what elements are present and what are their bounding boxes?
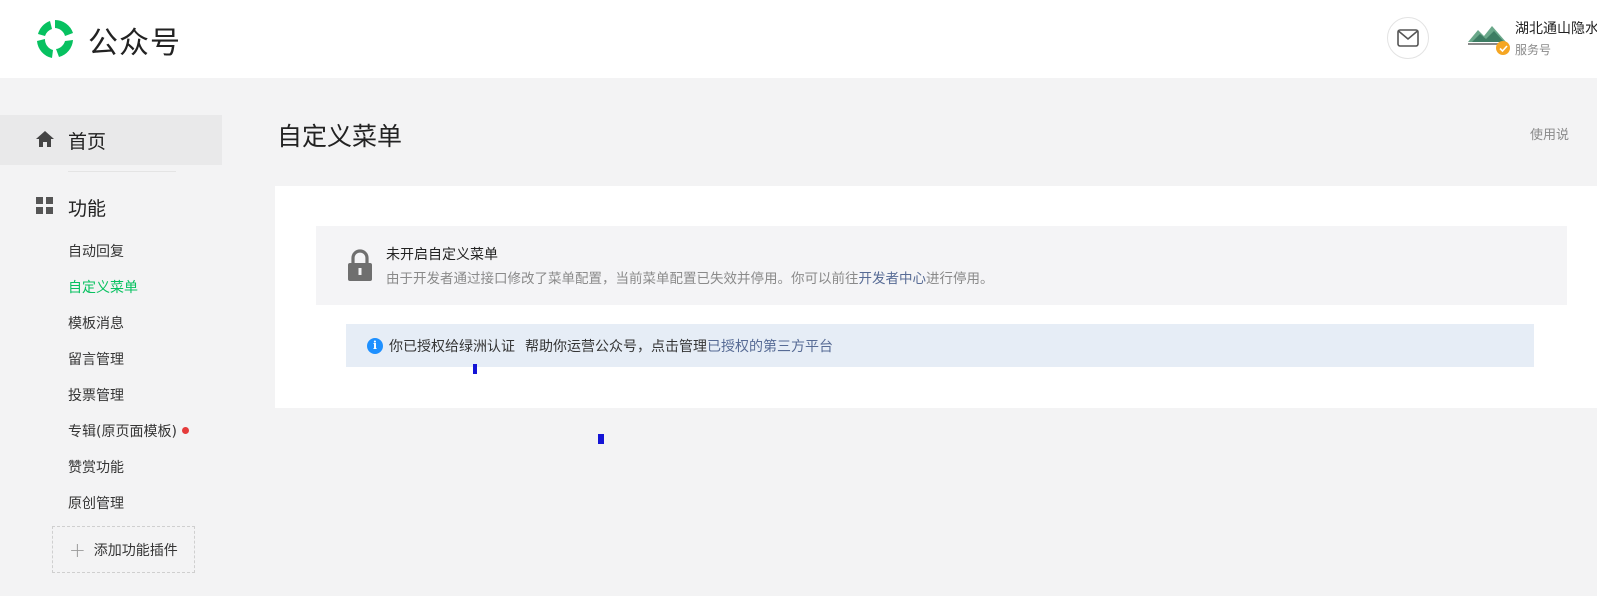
divider	[68, 171, 176, 172]
sidebar: 首页 功能 自动回复 自定义菜单 模板消息 留言管理 投票管理 专辑(原页面模板…	[0, 78, 255, 596]
auth-text-a: 你已授权给绿洲认证	[389, 338, 515, 355]
add-plugin-button[interactable]: + 添加功能插件	[52, 526, 195, 573]
notice-description: 由于开发者通过接口修改了菜单配置，当前菜单配置已失效并停用。你可以前往开发者中心…	[386, 267, 994, 287]
nav-function-label: 功能	[68, 198, 107, 220]
verified-badge-icon	[1496, 41, 1510, 55]
help-link[interactable]: 使用说	[1530, 124, 1569, 143]
cursor-marker	[473, 364, 477, 374]
brand-title[interactable]: 公众号	[88, 18, 181, 62]
add-plugin-label: 添加功能插件	[93, 542, 178, 559]
mail-icon	[1397, 29, 1419, 47]
third-party-platform-link[interactable]: 已授权的第三方平台	[707, 336, 833, 356]
nav-home-label: 首页	[68, 130, 107, 153]
top-header: 公众号 湖北通山隐水 服务号	[0, 0, 1597, 78]
sidebar-item-original-manage[interactable]: 原创管理	[68, 493, 124, 513]
sidebar-item-album-label: 专辑(原页面模板)	[68, 424, 177, 440]
auth-text-b: 帮助你运营公众号，点击管理	[525, 338, 707, 355]
sidebar-item-vote-manage[interactable]: 投票管理	[68, 385, 124, 405]
notice-desc-suffix: 进行停用。	[926, 271, 994, 287]
message-button[interactable]	[1387, 17, 1429, 59]
grid-icon	[36, 197, 53, 214]
notice-title: 未开启自定义菜单	[386, 247, 498, 263]
sidebar-item-template-message[interactable]: 模板消息	[68, 313, 124, 333]
cursor-marker	[598, 434, 604, 444]
nav-function-header: 功能	[0, 186, 222, 226]
page-title: 自定义菜单	[277, 122, 403, 151]
sidebar-item-auto-reply[interactable]: 自动回复	[68, 241, 124, 261]
plus-icon: +	[69, 537, 86, 562]
sidebar-item-custom-menu[interactable]: 自定义菜单	[68, 277, 138, 297]
sidebar-item-album[interactable]: 专辑(原页面模板)	[68, 421, 189, 441]
home-icon	[36, 131, 54, 147]
notice-desc-text: 由于开发者通过接口修改了菜单配置，当前菜单配置已失效并停用。你可以前往	[386, 271, 859, 287]
wechat-logo-icon[interactable]	[32, 16, 78, 62]
nav-home[interactable]: 首页	[0, 115, 222, 165]
info-icon: i	[367, 337, 383, 354]
account-name[interactable]: 湖北通山隐水	[1515, 18, 1597, 38]
new-indicator-dot	[181, 426, 189, 434]
sidebar-item-comment-manage[interactable]: 留言管理	[68, 349, 124, 369]
account-type: 服务号	[1515, 43, 1552, 57]
sidebar-item-reward[interactable]: 赞赏功能	[68, 457, 124, 477]
content-panel: 未开启自定义菜单 由于开发者通过接口修改了菜单配置，当前菜单配置已失效并停用。你…	[275, 186, 1597, 408]
menu-disabled-notice: 未开启自定义菜单 由于开发者通过接口修改了菜单配置，当前菜单配置已失效并停用。你…	[316, 226, 1567, 305]
lock-icon	[348, 249, 372, 281]
authorization-info-bar: i 你已授权给绿洲认证 帮助你运营公众号，点击管理 已授权的第三方平台	[346, 324, 1534, 367]
developer-center-link[interactable]: 开发者中心	[859, 271, 927, 287]
